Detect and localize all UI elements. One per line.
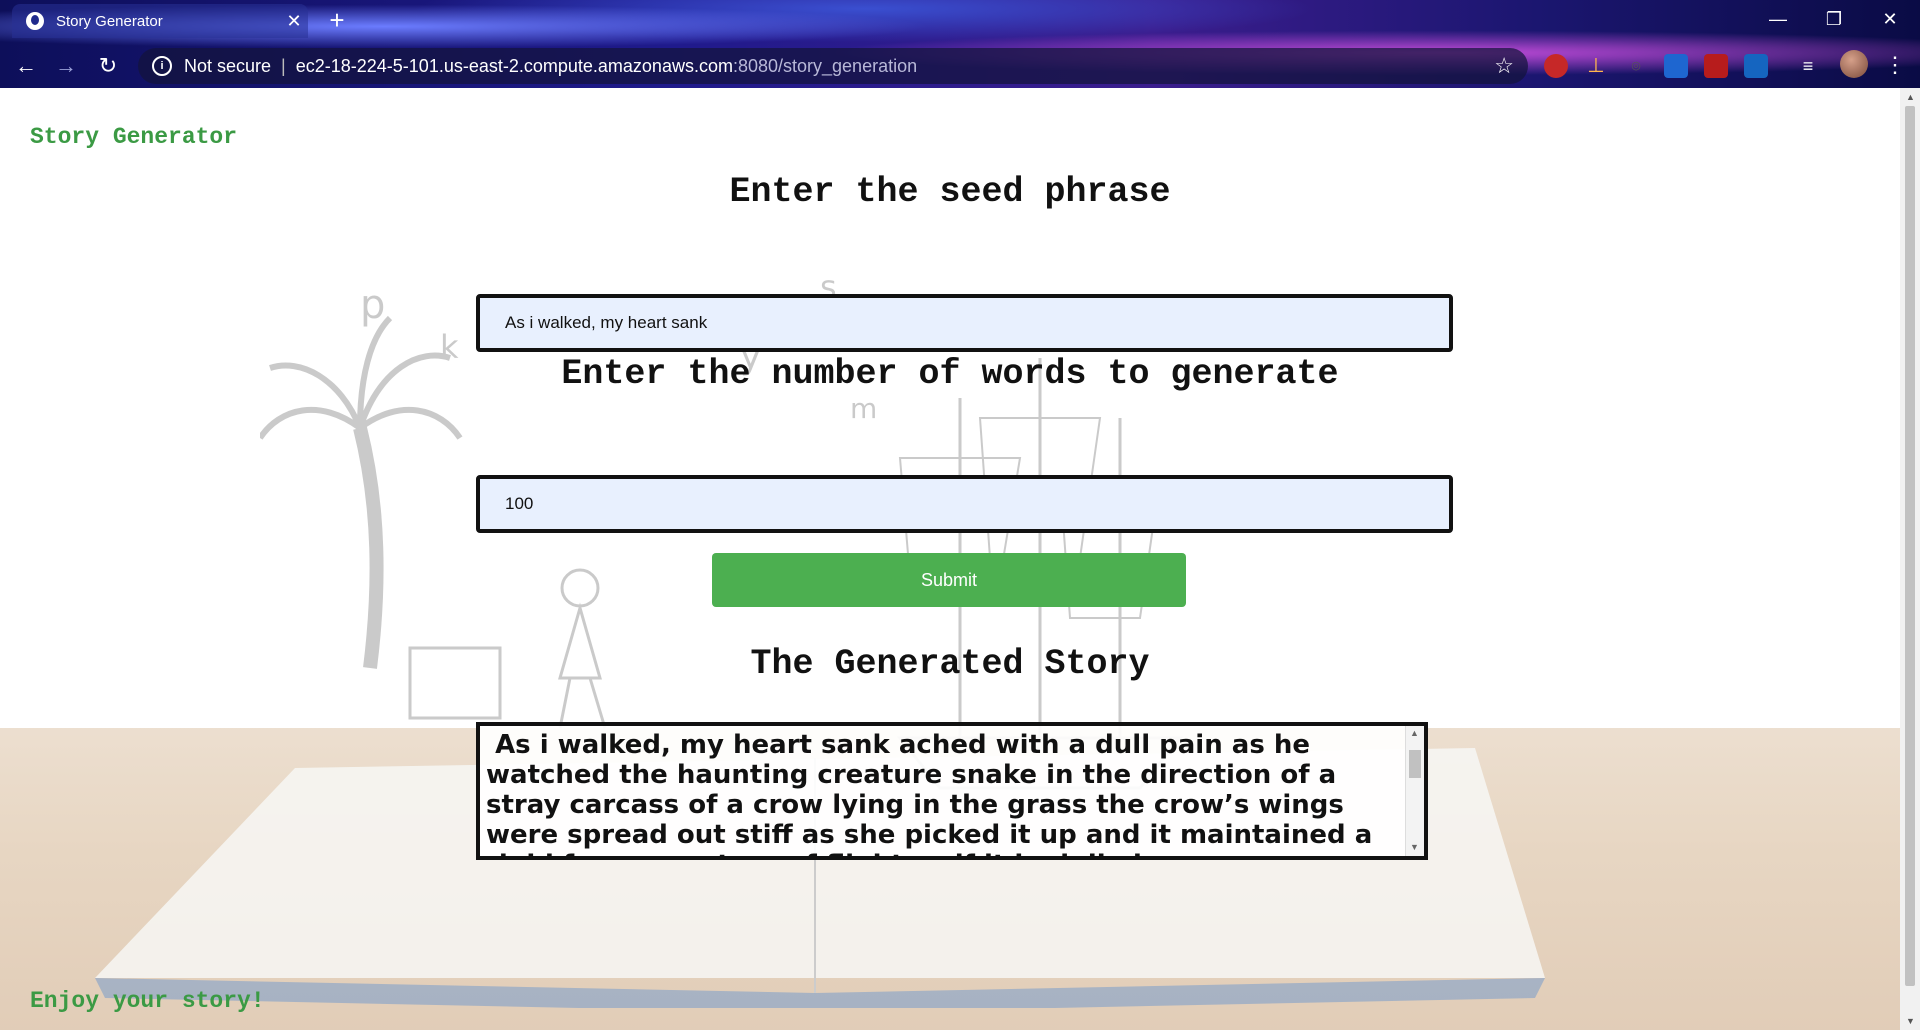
new-tab-button[interactable]: + <box>322 6 352 34</box>
scroll-up-icon[interactable]: ▲ <box>1906 92 1915 102</box>
globe-icon <box>26 12 44 30</box>
brand-title[interactable]: Story Generator <box>30 124 237 150</box>
avatar[interactable] <box>1840 50 1868 78</box>
extension-icon[interactable]: ◎ <box>1624 54 1648 78</box>
scroll-down-icon[interactable]: ▼ <box>1906 1016 1915 1026</box>
scroll-thumb[interactable] <box>1409 750 1421 778</box>
svg-text:m: m <box>850 392 877 425</box>
url-path: :8080/story_generation <box>732 55 918 76</box>
star-icon[interactable]: ☆ <box>1494 53 1514 79</box>
url-host: ec2-18-224-5-101.us-east-2.compute.amazo… <box>295 55 733 76</box>
browser-toolbar: ← → ↻ i Not secure | ec2-18-224-5-101.us… <box>0 44 1920 88</box>
back-icon[interactable]: ← <box>10 50 42 82</box>
close-window-button[interactable]: ✕ <box>1870 4 1910 34</box>
scroll-thumb[interactable] <box>1905 106 1915 986</box>
reload-icon[interactable]: ↻ <box>92 50 124 82</box>
address-bar[interactable]: i Not secure | ec2-18-224-5-101.us-east-… <box>138 48 1528 84</box>
url-separator: | <box>281 55 286 76</box>
footer-message: Enjoy your story! <box>30 988 265 1014</box>
submit-button[interactable]: Submit <box>712 553 1186 607</box>
page-content: p k y m s Story Generator Enter the seed… <box>0 88 1900 1030</box>
extension-icon[interactable] <box>1544 54 1568 78</box>
scroll-up-icon[interactable]: ▲ <box>1410 728 1419 738</box>
page-scrollbar[interactable]: ▲ ▼ <box>1900 88 1920 1030</box>
menu-icon[interactable]: ⋮ <box>1884 52 1906 78</box>
forward-icon[interactable]: → <box>50 50 82 82</box>
browser-chrome: Story Generator ✕ + — ❐ ✕ ← → ↻ i Not se… <box>0 0 1920 88</box>
media-icon[interactable]: ≡ <box>1796 54 1820 78</box>
security-label: Not secure <box>184 55 272 76</box>
minimize-button[interactable]: — <box>1758 4 1798 34</box>
extension-icon[interactable]: ⊥ <box>1584 54 1608 78</box>
browser-tab[interactable]: Story Generator ✕ <box>12 4 308 38</box>
restore-button[interactable]: ❐ <box>1814 4 1854 34</box>
seed-heading: Enter the seed phrase <box>729 172 1171 212</box>
extension-icon[interactable] <box>1664 54 1688 78</box>
extension-icon[interactable] <box>1744 54 1768 78</box>
close-tab-icon[interactable]: ✕ <box>280 11 308 32</box>
words-heading: Enter the number of words to generate <box>561 354 1339 394</box>
story-scrollbar[interactable]: ▲ ▼ <box>1405 726 1424 856</box>
seed-phrase-input[interactable]: As i walked, my heart sank <box>476 294 1453 352</box>
word-count-input[interactable]: 100 <box>476 475 1453 533</box>
scroll-down-icon[interactable]: ▼ <box>1410 842 1419 852</box>
info-icon[interactable]: i <box>152 56 172 76</box>
generated-story-textarea[interactable]: As i walked, my heart sank ached with a … <box>476 722 1428 860</box>
story-text: As i walked, my heart sank ached with a … <box>486 730 1373 856</box>
story-heading: The Generated Story <box>750 644 1150 684</box>
svg-text:p: p <box>360 282 385 328</box>
tab-title: Story Generator <box>56 12 163 30</box>
extension-icon[interactable] <box>1704 54 1728 78</box>
